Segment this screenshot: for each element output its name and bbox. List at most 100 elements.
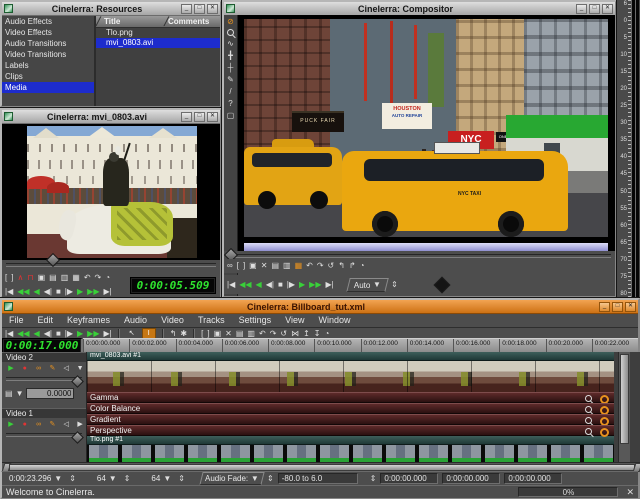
- drag-mode-button[interactable]: ↖: [126, 329, 138, 338]
- effect-bar-perspective[interactable]: Perspective: [87, 425, 614, 436]
- out-point-icon[interactable]: ]: [207, 329, 209, 339]
- in-point-icon[interactable]: [: [5, 273, 7, 283]
- menu-audio[interactable]: Audio: [117, 314, 154, 327]
- jump-to-end-button[interactable]: ▶|: [103, 329, 111, 339]
- sidebar-item-audio-transitions[interactable]: Audio Transitions: [2, 38, 94, 49]
- media-row-mvi[interactable]: mvi_0803.avi: [96, 38, 220, 48]
- track-record-toggle[interactable]: ●: [19, 420, 31, 429]
- jump-to-end-button[interactable]: ▶|: [325, 280, 333, 290]
- viewer-slider[interactable]: [2, 263, 220, 271]
- magnify-icon[interactable]: [585, 406, 592, 413]
- fast-forward-button[interactable]: ▶▶: [87, 329, 99, 339]
- menu-settings[interactable]: Settings: [232, 314, 279, 327]
- media-row-tlo[interactable]: Tlo.png: [96, 28, 220, 38]
- sidebar-item-audio-effects[interactable]: Audio Effects: [2, 16, 94, 27]
- titlesafe-icon[interactable]: ▢: [227, 111, 235, 120]
- stop-button[interactable]: ■: [56, 287, 61, 297]
- to-clip-icon[interactable]: ▣: [38, 273, 46, 283]
- sidebar-item-media[interactable]: Media: [2, 82, 94, 93]
- splice-icon[interactable]: ∧: [17, 273, 23, 283]
- maximize-button[interactable]: □: [589, 4, 600, 14]
- protect-video-icon[interactable]: ⊘: [227, 17, 234, 26]
- frame-forward-button[interactable]: |▶: [65, 287, 73, 297]
- track-expand-toggle[interactable]: ▼: [74, 364, 86, 373]
- play-reverse-button[interactable]: ◀: [256, 280, 262, 290]
- menu-window[interactable]: Window: [312, 314, 358, 327]
- out-point-icon[interactable]: ]: [243, 261, 245, 271]
- magnify-icon[interactable]: [585, 395, 592, 402]
- minimize-button[interactable]: _: [181, 112, 192, 122]
- menu-keyframes[interactable]: Keyframes: [60, 314, 117, 327]
- refresh-icon[interactable]: ↺: [280, 329, 287, 339]
- track-gang-toggle[interactable]: ∞: [33, 420, 45, 429]
- effect-bar-gradient[interactable]: Gradient: [87, 414, 614, 425]
- overwrite-icon[interactable]: ⊓: [27, 273, 33, 283]
- selection-start-value[interactable]: 0:00:00.000: [380, 473, 438, 484]
- clipboard-icon[interactable]: ▦: [72, 273, 80, 283]
- viewer-canvas[interactable]: [2, 124, 220, 260]
- minimize-button[interactable]: _: [181, 4, 192, 14]
- menu-edit[interactable]: Edit: [31, 314, 61, 327]
- fit-down-icon[interactable]: ↧: [314, 329, 321, 339]
- paste-icon[interactable]: ▥: [247, 329, 255, 339]
- fade-value-input[interactable]: [26, 388, 74, 399]
- keyframe-icon[interactable]: ✱: [180, 329, 187, 339]
- effect-bar-color-balance[interactable]: Color Balance: [87, 403, 614, 414]
- compositor-canvas[interactable]: PUCK FAIR HOUSTON AUTO REPAIR NYC ONE WA…: [238, 15, 615, 251]
- track-mute-toggle[interactable]: ◁: [60, 420, 72, 429]
- fit-up-icon[interactable]: ↥: [303, 329, 310, 339]
- auto-spinner[interactable]: ⇕: [391, 280, 398, 290]
- timeline-vscrollbar[interactable]: [618, 352, 630, 462]
- track-mute-toggle[interactable]: ◁: [60, 364, 72, 373]
- viewer-titlebar[interactable]: Cinelerra: mvi_0803.avi _ □ ✕: [2, 110, 220, 124]
- track-gang-toggle[interactable]: ∞: [33, 364, 45, 373]
- clock-icon[interactable]: ◔: [325, 329, 330, 339]
- window-menu-icon[interactable]: [4, 302, 13, 311]
- duration-zoom-spinner[interactable]: ⇕: [69, 474, 76, 484]
- close-button[interactable]: ✕: [625, 302, 636, 312]
- clip-title-video2[interactable]: mvi_0803.avi #1: [87, 352, 614, 361]
- jump-to-end-button[interactable]: ▶|: [103, 287, 111, 297]
- label-icon[interactable]: ⋈: [291, 329, 299, 339]
- cancel-operation-icon[interactable]: ✕: [626, 487, 634, 497]
- prev-edit-icon[interactable]: ↰: [338, 261, 345, 271]
- video2-fader[interactable]: [6, 377, 82, 385]
- track-play-toggle[interactable]: ▶: [5, 364, 17, 373]
- frame-back-button[interactable]: ◀|: [266, 280, 274, 290]
- auto-dropdown[interactable]: Auto ▼: [346, 278, 389, 292]
- video1-fader[interactable]: [6, 433, 82, 441]
- close-button[interactable]: ✕: [207, 112, 218, 122]
- sample-zoom-dropdown[interactable]: 64 ▼: [94, 473, 120, 484]
- minimize-button[interactable]: _: [576, 4, 587, 14]
- crop-tool-icon[interactable]: ✎: [227, 75, 234, 84]
- track-record-toggle[interactable]: ●: [19, 364, 31, 373]
- fast-reverse-button[interactable]: ◀◀: [239, 280, 251, 290]
- track-play-toggle[interactable]: ▶: [5, 420, 17, 429]
- window-menu-icon[interactable]: [226, 4, 235, 13]
- close-button[interactable]: ✕: [602, 4, 613, 14]
- selection-length-value[interactable]: 0:00:00.000: [504, 473, 562, 484]
- to-clip-icon[interactable]: ▣: [249, 261, 257, 271]
- maximize-button[interactable]: □: [612, 302, 623, 312]
- effect-bar-gamma[interactable]: Gamma: [87, 392, 614, 403]
- keyframe-prev-icon[interactable]: ↰: [170, 329, 177, 339]
- magnify-icon[interactable]: [585, 417, 592, 424]
- undo-icon[interactable]: ↶: [84, 273, 91, 283]
- in-point-icon[interactable]: [: [201, 329, 203, 339]
- main-titlebar[interactable]: Cinelerra: Billboard_tut.xml _ □ ✕: [2, 300, 638, 314]
- cut-icon[interactable]: ✕: [261, 261, 268, 271]
- eyedropper-icon[interactable]: /: [229, 87, 231, 96]
- video2-clip-thumbnails[interactable]: [87, 361, 614, 392]
- magnify-icon[interactable]: [227, 29, 234, 36]
- menu-video[interactable]: Video: [154, 314, 191, 327]
- fast-forward-button[interactable]: ▶▶: [309, 280, 321, 290]
- copy-icon[interactable]: ▤: [236, 329, 244, 339]
- chevron-down-icon[interactable]: ▼: [16, 389, 24, 399]
- expand-effect-icon[interactable]: [600, 428, 609, 437]
- track-expand-toggle[interactable]: ▶: [74, 420, 86, 429]
- play-button[interactable]: ▶: [77, 287, 83, 297]
- to-clip-icon[interactable]: ▣: [214, 329, 222, 339]
- rewind-to-start-button[interactable]: |◀: [227, 280, 235, 290]
- fast-reverse-button[interactable]: ◀◀: [17, 287, 29, 297]
- paste-icon[interactable]: ▥: [283, 261, 291, 271]
